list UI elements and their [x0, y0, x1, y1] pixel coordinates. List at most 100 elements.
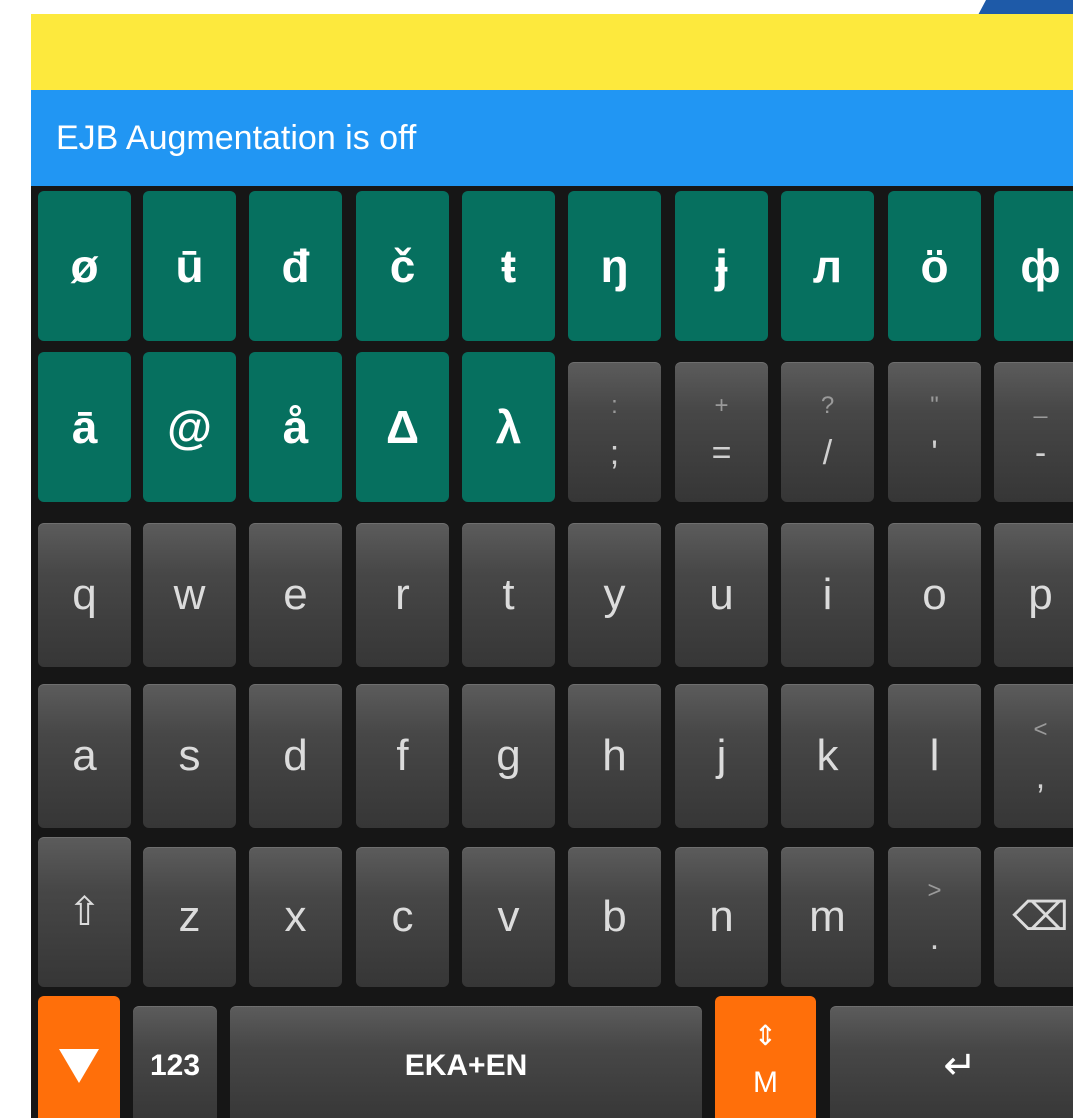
key-letter[interactable]: s [143, 684, 236, 828]
shift-icon: ⇧ [67, 890, 102, 934]
key-special[interactable]: @ [143, 352, 236, 502]
key-label: x [284, 892, 307, 941]
keyboard-screen: EJB Augmentation is off ø ū đ č ŧ ŋ ɉ л ö ф ā @ å Δλ:… [0, 0, 1073, 1118]
key-letter[interactable]: k [781, 684, 874, 828]
key-label: o [922, 570, 947, 619]
key-label: = [711, 434, 732, 472]
key-letter[interactable]: u [675, 523, 768, 667]
key-punctuation[interactable]: :; [568, 362, 661, 502]
key-letter[interactable]: h [568, 684, 661, 828]
key-label: ö [920, 240, 949, 292]
key-label: q [72, 570, 97, 619]
key-letter[interactable]: b [568, 847, 661, 987]
key-label: v [497, 892, 520, 941]
key-label: ; [609, 434, 620, 472]
key-label: ŧ [500, 240, 517, 292]
suggestion-bar[interactable] [31, 14, 1073, 90]
key-special[interactable]: ū [143, 191, 236, 341]
numbers-key-label: 123 [149, 1049, 201, 1082]
key-label: ŋ [600, 240, 629, 292]
key-label: ф [1020, 240, 1061, 292]
key-letter[interactable]: x [249, 847, 342, 987]
key-period[interactable]: >. [888, 847, 981, 987]
key-letter[interactable]: r [356, 523, 449, 667]
key-alt-label: : [611, 392, 618, 419]
key-label: e [283, 570, 308, 619]
key-label: , [1035, 758, 1046, 796]
key-label: w [173, 570, 206, 619]
corner-decoration [978, 0, 1073, 15]
key-punctuation[interactable]: + = [675, 362, 768, 502]
key-letter[interactable]: o [888, 523, 981, 667]
key-letter[interactable]: t [462, 523, 555, 667]
key-shift[interactable]: ⇧ [38, 837, 131, 987]
key-letter[interactable]: g [462, 684, 555, 828]
numbers-key[interactable]: 123 [133, 1006, 217, 1118]
key-label: đ [281, 240, 310, 292]
key-label: л [812, 240, 843, 292]
key-special[interactable]: đ [249, 191, 342, 341]
key-alt-label: + [714, 392, 729, 419]
key-punctuation[interactable]: _ - [994, 362, 1073, 502]
key-letter[interactable]: e [249, 523, 342, 667]
key-letter[interactable]: p [994, 523, 1073, 667]
enter-icon: ↵ [943, 1044, 977, 1088]
key-letter[interactable]: c [356, 847, 449, 987]
key-punctuation[interactable]: " ' [888, 362, 981, 502]
key-label: ɉ [715, 240, 728, 292]
key-letter[interactable]: i [781, 523, 874, 667]
key-backspace[interactable]: ⌫ [994, 847, 1073, 987]
key-letter[interactable]: y [568, 523, 661, 667]
triangle-down-icon [59, 1049, 99, 1083]
key-label: . [929, 919, 940, 957]
key-letter[interactable]: n [675, 847, 768, 987]
key-label: ø [70, 240, 99, 292]
key-special[interactable]: Δ [356, 352, 449, 502]
updown-arrow-icon: ⇕ [753, 1020, 778, 1051]
key-label: ā [71, 401, 98, 453]
key-letter[interactable]: w [143, 523, 236, 667]
key-label: @ [167, 401, 212, 453]
key-letter[interactable]: m [781, 847, 874, 987]
key-letter[interactable]: f [356, 684, 449, 828]
key-label: Δ [385, 401, 420, 453]
key-label: å [282, 401, 309, 453]
key-label: z [178, 892, 201, 941]
key-label: ū [175, 240, 204, 292]
key-letter[interactable]: q [38, 523, 131, 667]
key-special[interactable]: å [249, 352, 342, 502]
key-letter[interactable]: j [675, 684, 768, 828]
key-label: p [1028, 570, 1053, 619]
space-key-label: EKA+EN [404, 1049, 528, 1082]
input-mode-key[interactable]: ⇕ M [715, 996, 816, 1118]
key-letter[interactable]: l [888, 684, 981, 828]
key-special[interactable]: ŋ [568, 191, 661, 341]
key-letter[interactable]: v [462, 847, 555, 987]
key-special[interactable]: ф [994, 191, 1073, 341]
key-special[interactable]: ö [888, 191, 981, 341]
key-letter[interactable]: z [143, 847, 236, 987]
key-punctuation[interactable]: ? / [781, 362, 874, 502]
key-special[interactable]: ɉ [675, 191, 768, 341]
space-key[interactable]: EKA+EN [230, 1006, 702, 1118]
key-label: d [283, 731, 308, 780]
key-label: b [602, 892, 627, 941]
key-special[interactable]: ā [38, 352, 131, 502]
key-special[interactable]: λ [462, 352, 555, 502]
key-label: m [809, 892, 846, 941]
key-alt-label: ? [820, 392, 835, 419]
key-alt-label: < [1033, 716, 1048, 743]
key-label: λ [495, 401, 522, 453]
key-comma[interactable]: <, [994, 684, 1073, 828]
key-label: / [822, 434, 833, 472]
key-special[interactable]: ø [38, 191, 131, 341]
key-letter[interactable]: a [38, 684, 131, 828]
key-letter[interactable]: d [249, 684, 342, 828]
key-special[interactable]: л [781, 191, 874, 341]
hide-keyboard-button[interactable] [38, 996, 120, 1118]
augmentation-status-bar: EJB Augmentation is off [31, 90, 1073, 186]
key-label: i [822, 570, 833, 619]
key-special[interactable]: č [356, 191, 449, 341]
enter-key[interactable]: ↵ [830, 1006, 1073, 1118]
key-special[interactable]: ŧ [462, 191, 555, 341]
